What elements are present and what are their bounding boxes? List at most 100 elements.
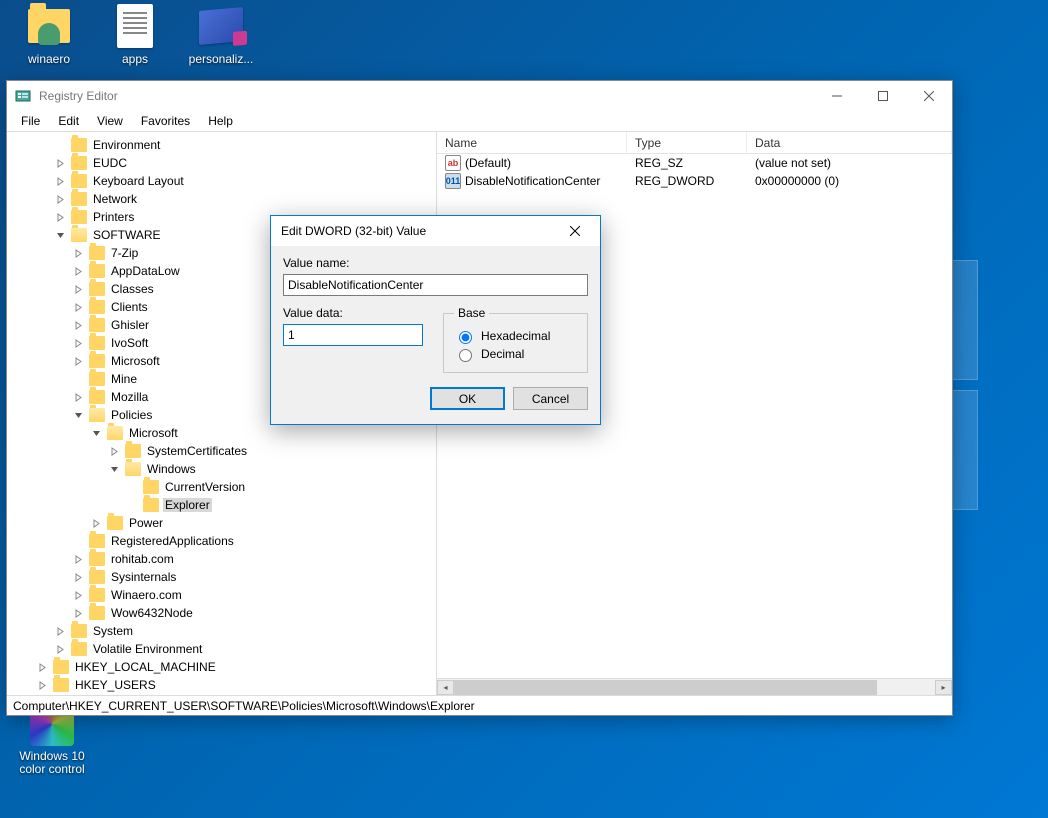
base-fieldset: Base Hexadecimal Decimal [443,306,588,373]
valuename-input[interactable] [283,274,588,296]
tree-node[interactable]: Power [89,514,436,532]
tree-node-label: Printers [91,210,136,224]
folder-icon [89,354,105,368]
desktop-icon-label: apps [96,52,174,66]
tree-node[interactable]: Environment [53,136,436,154]
desktop-icon-personalization[interactable]: personaliz... [182,2,260,66]
expand-icon[interactable] [71,246,85,260]
tree-node[interactable]: Volatile Environment [53,640,436,658]
expand-icon[interactable] [71,408,85,422]
expand-icon[interactable] [107,444,121,458]
maximize-button[interactable] [860,81,906,111]
folder-icon [143,498,159,512]
tree-node[interactable]: SystemCertificates [107,442,436,460]
dialog-close-button[interactable] [560,216,590,246]
tree-node[interactable]: Explorer [125,496,436,514]
expand-icon[interactable] [71,372,85,386]
tree-node[interactable]: HKEY_USERS [35,676,436,694]
tree-node[interactable]: EUDC [53,154,436,172]
tree-node[interactable]: Keyboard Layout [53,172,436,190]
menu-edit[interactable]: Edit [50,112,87,130]
expand-icon[interactable] [71,390,85,404]
ok-button[interactable]: OK [430,387,505,410]
expand-icon[interactable] [71,318,85,332]
expand-icon[interactable] [71,570,85,584]
expand-icon[interactable] [35,678,49,692]
folder-icon [89,534,105,548]
expand-icon[interactable] [71,588,85,602]
expand-icon[interactable] [71,282,85,296]
expand-icon[interactable] [125,498,139,512]
tree-node-label: Microsoft [109,354,162,368]
tree-node[interactable]: Network [53,190,436,208]
expand-icon[interactable] [71,534,85,548]
expand-icon[interactable] [71,606,85,620]
folder-icon [125,444,141,458]
column-name[interactable]: Name [437,132,627,153]
radio-decimal[interactable]: Decimal [454,346,577,362]
cancel-button[interactable]: Cancel [513,387,588,410]
desktop-icons-row: winaero apps personaliz... [10,2,260,66]
radio-dec-input[interactable] [459,349,472,362]
tree-node[interactable]: Windows [107,460,436,478]
valuedata-label: Value data: [283,306,423,320]
radio-hexadecimal[interactable]: Hexadecimal [454,328,577,344]
expand-icon[interactable] [53,138,67,152]
tree-node[interactable]: RegisteredApplications [71,532,436,550]
tree-node[interactable]: CurrentVersion [125,478,436,496]
window-title: Registry Editor [39,89,814,103]
expand-icon[interactable] [125,480,139,494]
desktop-icon-winaero[interactable]: winaero [10,2,88,66]
column-type[interactable]: Type [627,132,747,153]
tree-node[interactable]: Winaero.com [71,586,436,604]
list-row[interactable]: 011DisableNotificationCenterREG_DWORD0x0… [437,172,952,190]
horizontal-scrollbar[interactable]: ◂ ▸ [437,678,952,695]
expand-icon[interactable] [107,462,121,476]
scroll-right-button[interactable]: ▸ [935,680,952,695]
scroll-track[interactable] [454,680,935,695]
expand-icon[interactable] [35,660,49,674]
expand-icon[interactable] [71,552,85,566]
scroll-left-button[interactable]: ◂ [437,680,454,695]
menu-favorites[interactable]: Favorites [133,112,198,130]
expand-icon[interactable] [53,192,67,206]
expand-icon[interactable] [71,336,85,350]
close-button[interactable] [906,81,952,111]
expand-icon[interactable] [53,210,67,224]
menu-help[interactable]: Help [200,112,241,130]
expand-icon[interactable] [53,642,67,656]
expand-icon[interactable] [53,228,67,242]
menu-view[interactable]: View [89,112,131,130]
statusbar-path: Computer\HKEY_CURRENT_USER\SOFTWARE\Poli… [13,699,475,713]
edit-dword-dialog: Edit DWORD (32-bit) Value Value name: Va… [270,215,601,425]
desktop-icon-apps[interactable]: apps [96,2,174,66]
minimize-button[interactable] [814,81,860,111]
expand-icon[interactable] [89,426,103,440]
tree-node[interactable]: rohitab.com [71,550,436,568]
expand-icon[interactable] [71,354,85,368]
list-row[interactable]: ab(Default)REG_SZ(value not set) [437,154,952,172]
titlebar[interactable]: Registry Editor [7,81,952,111]
tree-node[interactable]: Wow6432Node [71,604,436,622]
menu-file[interactable]: File [13,112,48,130]
scroll-thumb[interactable] [454,680,877,695]
expand-icon[interactable] [89,516,103,530]
column-data[interactable]: Data [747,132,952,153]
folder-icon [143,480,159,494]
radio-dec-label: Decimal [481,347,524,361]
tree-node[interactable]: HKEY_LOCAL_MACHINE [35,658,436,676]
expand-icon[interactable] [53,174,67,188]
expand-icon[interactable] [71,264,85,278]
tree-node-label: Sysinternals [109,570,178,584]
expand-icon[interactable] [53,156,67,170]
tree-node[interactable]: Microsoft [89,424,436,442]
dialog-titlebar[interactable]: Edit DWORD (32-bit) Value [271,216,600,246]
folder-icon [71,228,87,242]
expand-icon[interactable] [71,300,85,314]
folder-icon [89,246,105,260]
tree-node[interactable]: Sysinternals [71,568,436,586]
tree-node[interactable]: System [53,622,436,640]
valuedata-input[interactable] [283,324,423,346]
expand-icon[interactable] [53,624,67,638]
radio-hex-input[interactable] [459,331,472,344]
